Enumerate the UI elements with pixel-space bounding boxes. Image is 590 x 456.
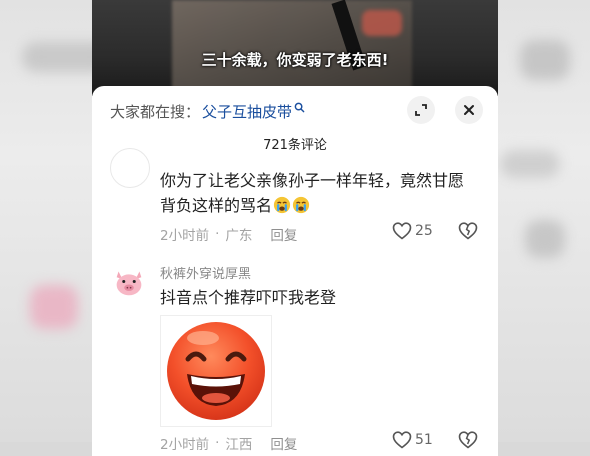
reply-button[interactable]: 回复: [270, 224, 297, 244]
comments-panel: 大家都在搜： 父子互抽皮带 721条评论 你为了让老父亲像孙子一样年轻，竟然甘愿…: [92, 86, 498, 456]
meta-separator: ·: [215, 226, 220, 242]
crying-face-emoji-icon: [292, 196, 310, 214]
close-button[interactable]: [455, 96, 483, 124]
video-subtitle: 三十余载，你变弱了老东西!: [201, 51, 389, 69]
dislike-button[interactable]: [458, 431, 478, 453]
broken-heart-icon: [458, 222, 478, 240]
avatar[interactable]: [110, 148, 150, 188]
heart-icon: [392, 222, 412, 240]
reply-button[interactable]: 回复: [270, 433, 297, 453]
blurred-shape: [30, 285, 78, 329]
like-count: 51: [415, 432, 433, 448]
blurred-shape: [525, 220, 565, 258]
video-player[interactable]: 三十余载，你变弱了老东西!: [92, 0, 498, 96]
comment-username[interactable]: 秋裤外穿说厚黑: [160, 263, 251, 282]
suggested-search-label: 大家都在搜：: [110, 102, 201, 121]
suggested-search[interactable]: 大家都在搜： 父子互抽皮带: [110, 98, 305, 124]
comment-meta: 2小时前 · 广东 回复: [160, 224, 297, 244]
comment-image[interactable]: [160, 315, 272, 427]
like-count: 25: [415, 223, 433, 239]
comment-location: 广东: [225, 228, 253, 244]
blurred-shape: [520, 40, 570, 80]
crying-face-emoji-icon: [273, 196, 291, 214]
comment-meta: 2小时前 · 江西 回复: [160, 433, 297, 453]
broken-heart-icon: [458, 431, 478, 449]
heart-icon: [392, 431, 412, 449]
close-icon: [464, 105, 474, 115]
meta-separator: ·: [215, 435, 220, 451]
comment-location: 江西: [225, 437, 253, 453]
suggested-search-term[interactable]: 父子互抽皮带: [202, 101, 292, 122]
like-button[interactable]: 25: [392, 222, 433, 240]
video-frame-detail: [362, 10, 402, 36]
blurred-shape: [500, 150, 560, 178]
grinning-face-emoji-icon: [167, 322, 265, 420]
comment-text: 抖音点个推荐吓吓我老登: [160, 288, 337, 307]
comment-count: 721条评论: [263, 138, 327, 153]
like-button[interactable]: 51: [392, 431, 433, 449]
dislike-button[interactable]: [458, 222, 478, 244]
comment-time: 2小时前: [160, 228, 210, 244]
comment-time: 2小时前: [160, 437, 210, 453]
expand-button[interactable]: [407, 96, 435, 124]
avatar[interactable]: [110, 263, 148, 301]
expand-icon: [415, 104, 427, 116]
comment-text-body: 你为了让老父亲像孙子一样年轻，竟然甘愿背负这样的骂名: [160, 171, 465, 215]
comment-text: 你为了让老父亲像孙子一样年轻，竟然甘愿背负这样的骂名: [160, 168, 470, 218]
search-icon: [294, 102, 305, 112]
